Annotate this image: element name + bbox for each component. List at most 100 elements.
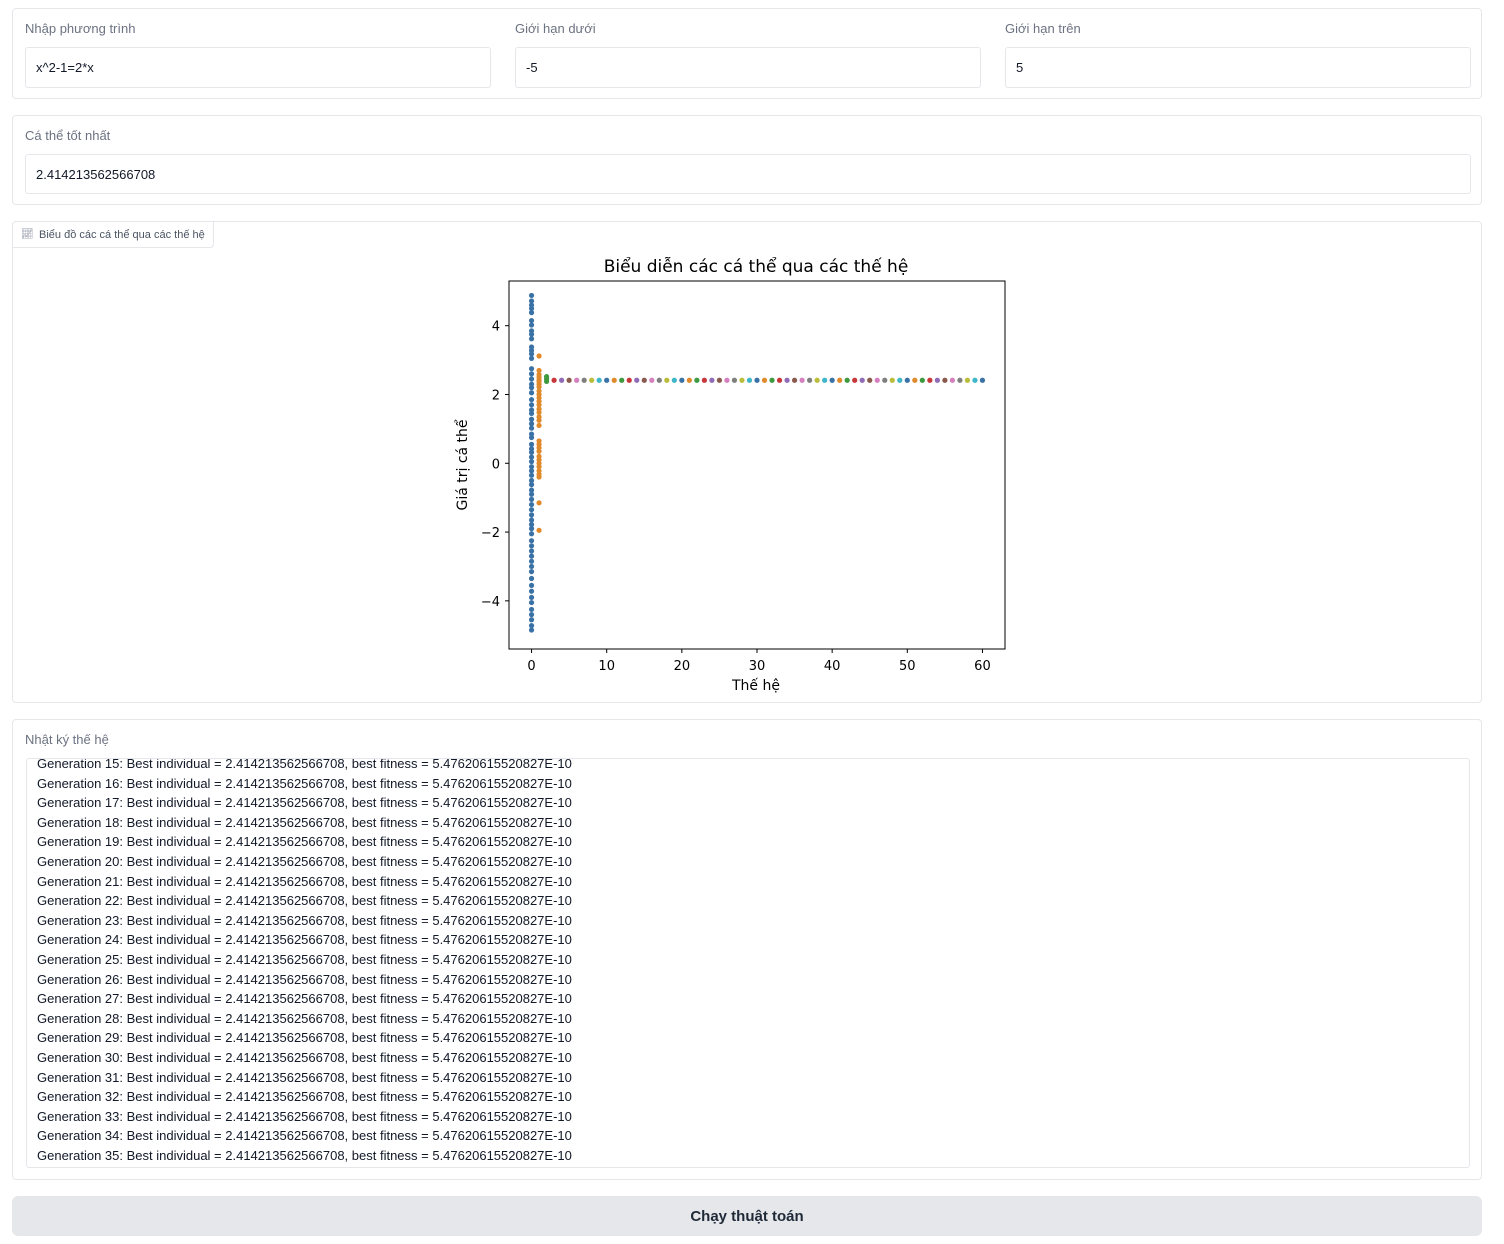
data-point (822, 377, 828, 383)
data-point (536, 353, 542, 359)
data-point (528, 322, 535, 328)
log-line: Generation 20: Best individual = 2.41421… (37, 853, 572, 869)
data-point (536, 527, 542, 533)
log-line: Generation 31: Best individual = 2.41421… (37, 1069, 572, 1085)
log-line: Generation 17: Best individual = 2.41421… (37, 795, 572, 811)
log-line: Generation 30: Best individual = 2.41421… (37, 1049, 572, 1065)
x-tick-label: 30 (749, 659, 766, 674)
data-point (528, 553, 535, 559)
data-point (528, 531, 535, 537)
data-point (641, 377, 647, 383)
data-point (671, 377, 677, 383)
chart-title: Biểu diễn các cá thể qua các thế hệ (604, 256, 909, 277)
data-point (724, 377, 730, 383)
y-tick-label: 2 (492, 388, 500, 403)
data-point (528, 331, 535, 337)
x-tick-label: 20 (674, 659, 691, 674)
generation-log-label: Nhật ký thế hệ (25, 732, 109, 747)
data-point (528, 594, 535, 601)
data-point (656, 377, 662, 383)
log-line: Generation 27: Best individual = 2.41421… (37, 991, 572, 1007)
input-panel: Nhập phương trình x^2-1=2*x Giới hạn dướ… (12, 8, 1482, 99)
data-point (528, 606, 535, 613)
upper-bound-input[interactable]: 5 (1005, 47, 1471, 88)
data-point (528, 421, 535, 427)
data-point (528, 558, 535, 564)
data-point (536, 417, 542, 423)
lower-bound-label: Giới hạn dưới (515, 21, 596, 36)
y-tick-label: 4 (492, 320, 500, 335)
log-line: Generation 28: Best individual = 2.41421… (37, 1010, 572, 1026)
data-point (701, 377, 707, 383)
data-point (551, 377, 557, 383)
plot-frame (508, 280, 1006, 650)
data-point (528, 468, 535, 474)
run-algorithm-button[interactable]: Chạy thuật toán (12, 1196, 1482, 1236)
y-axis-label: Giá trị cá thể (454, 419, 471, 510)
best-individual-output[interactable]: 2.414213562566708 (25, 154, 1471, 194)
x-ticks: 0 10 20 30 40 50 60 (527, 649, 991, 674)
data-point (528, 472, 535, 478)
data-point (528, 538, 535, 544)
generation-log-textarea[interactable]: Generation 15: Best individual = 2.41421… (26, 758, 1470, 1168)
data-point (528, 458, 535, 465)
data-point (528, 351, 535, 357)
data-point (882, 377, 888, 383)
data-point (776, 377, 783, 383)
data-point (536, 448, 542, 454)
log-line: Generation 26: Best individual = 2.41421… (37, 971, 572, 987)
data-point (679, 377, 685, 383)
best-individual-label: Cá thể tốt nhất (25, 128, 111, 143)
data-point (709, 377, 715, 383)
data-point (528, 390, 535, 396)
data-point (528, 512, 535, 518)
data-point (528, 355, 535, 361)
y-tick-label: −2 (481, 526, 500, 541)
log-line: Generation 34: Best individual = 2.41421… (37, 1128, 572, 1144)
data-point (528, 416, 535, 422)
equation-label: Nhập phương trình (25, 21, 136, 36)
data-point (528, 543, 535, 549)
data-point (649, 377, 655, 383)
log-line: Generation 24: Best individual = 2.41421… (37, 932, 572, 948)
data-point (536, 474, 542, 480)
data-point (528, 563, 535, 570)
data-point (528, 402, 535, 408)
data-point (528, 491, 535, 497)
data-point (528, 612, 535, 618)
log-line: Generation 16: Best individual = 2.41421… (37, 775, 572, 791)
equation-input[interactable]: x^2-1=2*x (25, 47, 491, 88)
data-point (528, 517, 535, 523)
data-point (761, 377, 768, 383)
log-line: Generation 25: Best individual = 2.41421… (37, 951, 572, 967)
data-point (536, 409, 542, 415)
data-point (543, 378, 550, 385)
data-point (979, 377, 986, 383)
data-point (746, 377, 753, 383)
lower-bound-input[interactable]: -5 (515, 47, 981, 88)
data-point (528, 336, 535, 342)
data-point (874, 377, 880, 383)
data-point (528, 454, 535, 460)
data-point (897, 377, 903, 383)
data-point (852, 377, 858, 383)
data-point (859, 377, 865, 383)
data-point (566, 377, 572, 383)
data-point (964, 377, 971, 383)
data-point (528, 569, 535, 575)
data-point (528, 617, 535, 623)
data-point (904, 377, 910, 383)
data-point (528, 376, 535, 382)
data-point (619, 377, 625, 383)
data-point (528, 575, 535, 582)
data-point (528, 292, 535, 299)
log-line: Generation 18: Best individual = 2.41421… (37, 814, 572, 830)
data-point (528, 317, 535, 324)
data-point (528, 623, 535, 629)
data-point (528, 310, 535, 316)
data-point (686, 377, 692, 383)
data-point (716, 377, 723, 383)
data-point (912, 377, 918, 383)
x-axis-label: Thế hệ (731, 677, 780, 694)
data-point (581, 377, 587, 383)
